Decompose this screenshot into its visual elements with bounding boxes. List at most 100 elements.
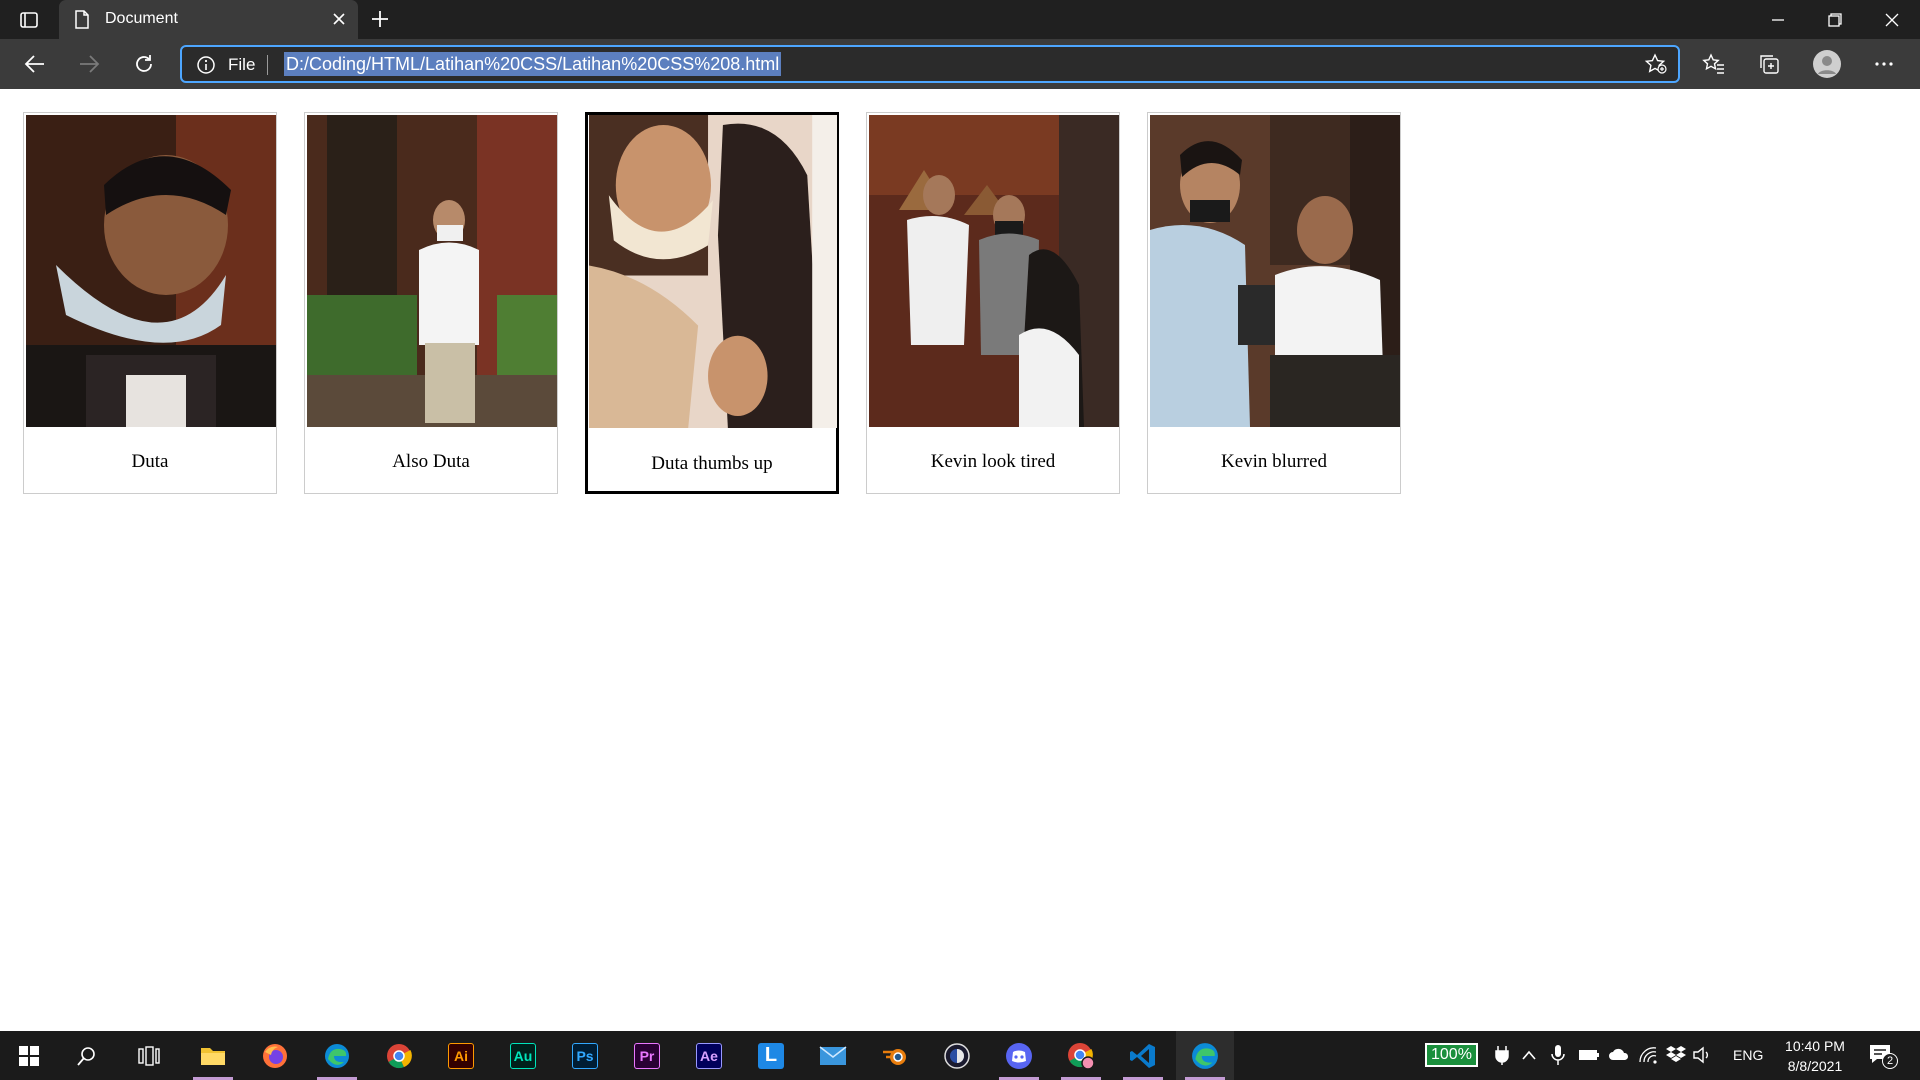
discord-app[interactable] — [990, 1031, 1048, 1080]
forward-button[interactable] — [72, 48, 106, 80]
address-separator — [267, 55, 268, 75]
chrome-profile-app[interactable] — [1052, 1031, 1110, 1080]
minimize-icon — [1771, 18, 1784, 21]
add-favorite-icon[interactable] — [1644, 53, 1668, 75]
card-caption: Kevin blurred — [1220, 451, 1328, 472]
card-caption: Kevin look tired — [930, 451, 1056, 472]
gallery-photo — [869, 115, 1119, 427]
address-bar[interactable]: File D:/Coding/HTML/Latihan%20CSS/Latiha… — [180, 45, 1680, 83]
photoshop-app[interactable]: Ps — [556, 1031, 614, 1080]
system-clock[interactable]: 10:40 PM 8/8/2021 — [1770, 1036, 1860, 1076]
action-center-button[interactable]: 2 — [1866, 1041, 1900, 1071]
new-tab-icon[interactable] — [369, 8, 391, 30]
volume-icon[interactable] — [1693, 1046, 1713, 1064]
audition-icon: Au — [510, 1042, 536, 1069]
audition-app[interactable]: Au — [494, 1031, 552, 1080]
vscode-icon — [1130, 1043, 1155, 1068]
battery-percentage[interactable]: 100% — [1425, 1043, 1478, 1067]
after-effects-app[interactable]: Ae — [680, 1031, 738, 1080]
refresh-icon — [136, 55, 152, 72]
illustrator-icon: Ai — [448, 1042, 474, 1069]
after-effects-icon: Ae — [696, 1042, 722, 1069]
edge-icon — [1192, 1042, 1218, 1069]
edge-icon — [325, 1043, 349, 1068]
l-app[interactable]: L — [742, 1031, 800, 1080]
more-icon — [1875, 62, 1893, 66]
wifi-icon[interactable] — [1638, 1046, 1658, 1064]
file-explorer-app[interactable] — [184, 1031, 242, 1080]
blender-icon — [883, 1048, 906, 1065]
close-window-button[interactable] — [1863, 0, 1920, 39]
settings-more-button[interactable] — [1867, 48, 1901, 80]
chrome-icon — [387, 1043, 412, 1068]
card-caption: Duta — [131, 451, 169, 472]
microphone-icon[interactable] — [1551, 1044, 1565, 1066]
cinema4d-icon — [944, 1042, 970, 1069]
browser-tab-bar: Document — [0, 0, 1920, 39]
minimize-button[interactable] — [1749, 0, 1806, 39]
onedrive-icon[interactable] — [1608, 1047, 1630, 1061]
gallery-card[interactable]: Also Duta — [304, 112, 558, 494]
l-app-icon: L — [758, 1042, 784, 1069]
tab-actions-button[interactable] — [0, 0, 58, 39]
favorites-icon — [1702, 53, 1724, 74]
address-scheme: File — [228, 55, 256, 74]
dropbox-icon[interactable] — [1666, 1045, 1686, 1063]
browser-tab[interactable]: Document — [59, 0, 358, 39]
restore-icon — [1827, 12, 1842, 27]
vscode-app[interactable] — [1114, 1031, 1172, 1080]
card-caption: Also Duta — [392, 451, 470, 472]
close-tab-icon[interactable] — [332, 12, 346, 26]
clock-date: 8/8/2021 — [1787, 1058, 1843, 1074]
mail-app[interactable] — [804, 1031, 862, 1080]
illustrator-app[interactable]: Ai — [432, 1031, 490, 1080]
refresh-button[interactable] — [127, 48, 161, 80]
battery-icon[interactable] — [1578, 1047, 1600, 1063]
discord-icon — [1006, 1042, 1032, 1069]
firefox-app[interactable] — [246, 1031, 304, 1080]
cinema4d-app[interactable] — [928, 1031, 986, 1080]
blender-app[interactable] — [866, 1031, 924, 1080]
address-url[interactable]: D:/Coding/HTML/Latihan%20CSS/Latihan%20C… — [284, 52, 782, 76]
premiere-icon: Pr — [634, 1042, 660, 1069]
forward-arrow-icon — [80, 55, 100, 73]
tab-actions-icon — [20, 11, 38, 28]
gallery-photo — [589, 115, 837, 428]
task-view-icon — [138, 1045, 160, 1066]
page-viewport: Duta Also Duta Duta thumbs up Kevin look… — [0, 89, 1920, 1031]
info-icon[interactable] — [196, 55, 216, 75]
back-button[interactable] — [18, 48, 52, 80]
back-arrow-icon — [24, 55, 44, 73]
search-button[interactable] — [58, 1031, 116, 1080]
collections-button[interactable] — [1752, 48, 1786, 80]
language-indicator[interactable]: ENG — [1733, 1047, 1763, 1063]
gallery-card[interactable]: Kevin blurred — [1147, 112, 1401, 494]
profile-button[interactable] — [1810, 48, 1844, 80]
gallery-card[interactable]: Duta — [23, 112, 277, 494]
chrome-app[interactable] — [370, 1031, 428, 1080]
document-icon — [75, 10, 89, 29]
tab-title: Document — [105, 10, 178, 27]
clock-time: 10:40 PM — [1785, 1038, 1845, 1054]
avatar-icon — [1813, 50, 1841, 78]
task-view-button[interactable] — [120, 1031, 178, 1080]
restore-button[interactable] — [1806, 0, 1863, 39]
power-plug-icon[interactable] — [1495, 1045, 1509, 1065]
windows-logo-icon — [19, 1045, 39, 1066]
browser-toolbar: File D:/Coding/HTML/Latihan%20CSS/Latiha… — [0, 39, 1920, 89]
search-icon — [77, 1046, 95, 1066]
premiere-app[interactable]: Pr — [618, 1031, 676, 1080]
edge-app[interactable] — [308, 1031, 366, 1080]
edge-active-app[interactable] — [1176, 1031, 1234, 1080]
firefox-icon — [263, 1043, 287, 1068]
folder-icon — [201, 1047, 225, 1065]
favorites-button[interactable] — [1697, 48, 1731, 80]
chevron-up-icon[interactable] — [1521, 1048, 1537, 1062]
gallery-card[interactable]: Kevin look tired — [866, 112, 1120, 494]
gallery-photo — [26, 115, 276, 427]
start-button[interactable] — [0, 1031, 58, 1080]
gallery-card-selected[interactable]: Duta thumbs up — [585, 112, 839, 494]
close-window-icon — [1885, 13, 1898, 26]
windows-taskbar: Ai Au Ps Pr Ae L 100% ENG 10:40 PM 8/8/2… — [0, 1031, 1920, 1080]
notification-count: 2 — [1882, 1053, 1898, 1069]
